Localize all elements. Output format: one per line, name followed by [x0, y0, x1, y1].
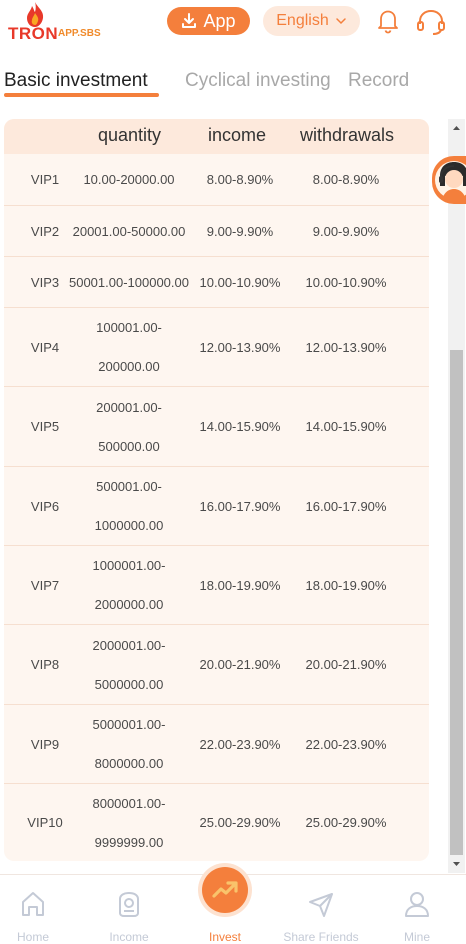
nav-label-invest: Invest [208, 930, 241, 944]
quantity-range-start: 8000001.00- [92, 795, 166, 811]
quantity-range: 200001.00- 500000.00 [66, 387, 192, 466]
withdrawal-rate: 18.00-19.90% [305, 577, 387, 593]
tab-record[interactable]: Record [348, 70, 409, 92]
language-label: English [276, 12, 329, 29]
income-rate: 9.00-9.90% [206, 223, 274, 239]
income-rate: 25.00-29.90% [199, 815, 281, 830]
quantity-range: 20001.00-50000.00 [72, 223, 186, 239]
income-rate: 20.00-21.90% [199, 657, 281, 672]
quantity-range: 1000001.00- 2000000.00 [66, 546, 192, 624]
income-rate: 22.00-23.90% [199, 736, 281, 752]
nav-label-mine: Mine [403, 930, 430, 944]
quantity-range: 2000001.00- 5000000.00 [66, 625, 192, 704]
quantity-range-start: 2000001.00- [92, 637, 166, 653]
tab-cyclical-investing[interactable]: Cyclical investing [185, 70, 331, 92]
table-row: VIP4 100001.00- 200000.00 12.00-13.90% 12… [4, 308, 429, 387]
withdrawal-rate: 10.00-10.90% [305, 274, 387, 290]
quantity-range-end: 2000000.00 [94, 597, 164, 612]
column-header-quantity: quantity [98, 125, 162, 145]
quantity-range-start: 500001.00- [96, 479, 162, 494]
logo[interactable]: TRON APP.SBS [8, 2, 108, 43]
app-button-label: App [203, 10, 236, 31]
logo-text: TRON [8, 24, 59, 43]
nav-item-share-friends[interactable]: Share Friends [281, 875, 361, 944]
quantity-range: 8000001.00- 9999999.00 [66, 784, 192, 861]
table-row: VIP2 20001.00-50000.00 9.00-9.90% 9.00-9… [4, 206, 429, 257]
quantity-range-end: 500000.00 [98, 438, 160, 454]
nav-item-home[interactable]: Home [0, 875, 73, 944]
customer-service-icon[interactable] [415, 8, 447, 36]
bell-icon[interactable] [376, 8, 400, 34]
column-header-income: income [208, 125, 267, 145]
quantity-range-end: 5000000.00 [94, 676, 164, 692]
scroll-up-arrow-icon[interactable] [448, 122, 465, 134]
top-header: TRON APP.SBS App English [0, 0, 466, 48]
download-app-button[interactable]: App [167, 7, 250, 35]
quantity-range-start: 200001.00- [96, 399, 162, 415]
table-header: quantity income withdrawals [4, 119, 429, 154]
download-icon [182, 13, 197, 28]
withdrawal-rate: 8.00-8.90% [312, 172, 380, 187]
table-row: VIP3 50001.00-100000.00 10.00-10.90% 10.… [4, 257, 429, 308]
nav-item-invest[interactable]: Invest [185, 867, 265, 944]
nav-item-mine[interactable]: Mine [377, 875, 457, 944]
table-row: VIP10 8000001.00- 9999999.00 25.00-29.90%… [4, 784, 429, 861]
quantity-range: 100001.00- 200000.00 [66, 308, 192, 386]
nav-item-income[interactable]: Income [89, 875, 169, 944]
table-row: VIP1 10.00-20000.00 8.00-8.90% 8.00-8.90… [4, 154, 429, 206]
user-icon [405, 892, 429, 917]
scroll-down-arrow-icon[interactable] [448, 858, 465, 870]
table-row: VIP5 200001.00- 500000.00 14.00-15.90% 14… [4, 387, 429, 467]
wallet-icon [119, 891, 139, 917]
investment-tabs: Basic investment Cyclical investing Reco… [0, 62, 466, 102]
customer-service-avatar[interactable] [432, 156, 466, 204]
column-header-withdrawals: withdrawals [300, 125, 395, 145]
send-icon [309, 893, 333, 917]
income-rate: 10.00-10.90% [199, 274, 281, 290]
active-tab-indicator [4, 93, 159, 97]
quantity-range-start: 5000001.00- [92, 717, 166, 732]
income-rate: 8.00-8.90% [206, 172, 274, 187]
quantity-range: 50001.00-100000.00 [68, 274, 189, 290]
income-rate: 18.00-19.90% [199, 577, 281, 593]
quantity-range-end: 9999999.00 [94, 834, 164, 850]
withdrawal-rate: 9.00-9.90% [312, 223, 380, 239]
table-row: VIP6 500001.00- 1000000.00 16.00-17.90% 1… [4, 467, 429, 546]
quantity-range-start: 100001.00- [96, 320, 162, 335]
quantity-range-start: 1000001.00- [92, 558, 166, 573]
scrollbar-thumb[interactable] [450, 350, 463, 855]
quantity-range-end: 200000.00 [98, 359, 160, 374]
nav-label-home: Home [16, 930, 49, 944]
income-rate: 12.00-13.90% [199, 339, 281, 355]
chevron-down-icon [335, 18, 346, 25]
withdrawal-rate: 22.00-23.90% [305, 736, 387, 752]
tab-basic-investment[interactable]: Basic investment [4, 70, 148, 92]
table-row: VIP7 1000001.00- 2000000.00 18.00-19.90% … [4, 546, 429, 625]
quantity-range: 10.00-20000.00 [83, 172, 175, 187]
nav-label-share-friends: Share Friends [283, 930, 359, 944]
nav-label-income: Income [109, 930, 149, 944]
quantity-range: 5000001.00- 8000000.00 [66, 705, 192, 783]
trend-up-icon [212, 881, 238, 898]
quantity-range-end: 1000000.00 [94, 518, 164, 533]
withdrawal-rate: 12.00-13.90% [305, 339, 387, 355]
invest-button[interactable] [202, 867, 248, 913]
table-row: VIP9 5000001.00- 8000000.00 22.00-23.90% … [4, 705, 429, 784]
income-rate: 16.00-17.90% [199, 498, 281, 514]
quantity-range-end: 8000000.00 [94, 756, 164, 771]
language-selector[interactable]: English [263, 6, 360, 36]
income-rate: 14.00-15.90% [199, 419, 281, 434]
withdrawal-rate: 20.00-21.90% [305, 657, 387, 672]
table-row: VIP8 2000001.00- 5000000.00 20.00-21.90% … [4, 625, 429, 705]
bottom-navigation: Home Income Invest Share Friends Mine [0, 867, 466, 944]
withdrawal-rate: 14.00-15.90% [305, 419, 387, 434]
withdrawal-rate: 16.00-17.90% [305, 498, 387, 514]
logo-subtext: APP.SBS [58, 28, 101, 39]
withdrawal-rate: 25.00-29.90% [305, 815, 387, 830]
home-icon [22, 892, 44, 916]
agent-avatar-icon [435, 161, 466, 200]
vip-table: quantity income withdrawals VIP1 10.00-2… [4, 119, 429, 861]
quantity-range: 500001.00- 1000000.00 [66, 467, 192, 545]
